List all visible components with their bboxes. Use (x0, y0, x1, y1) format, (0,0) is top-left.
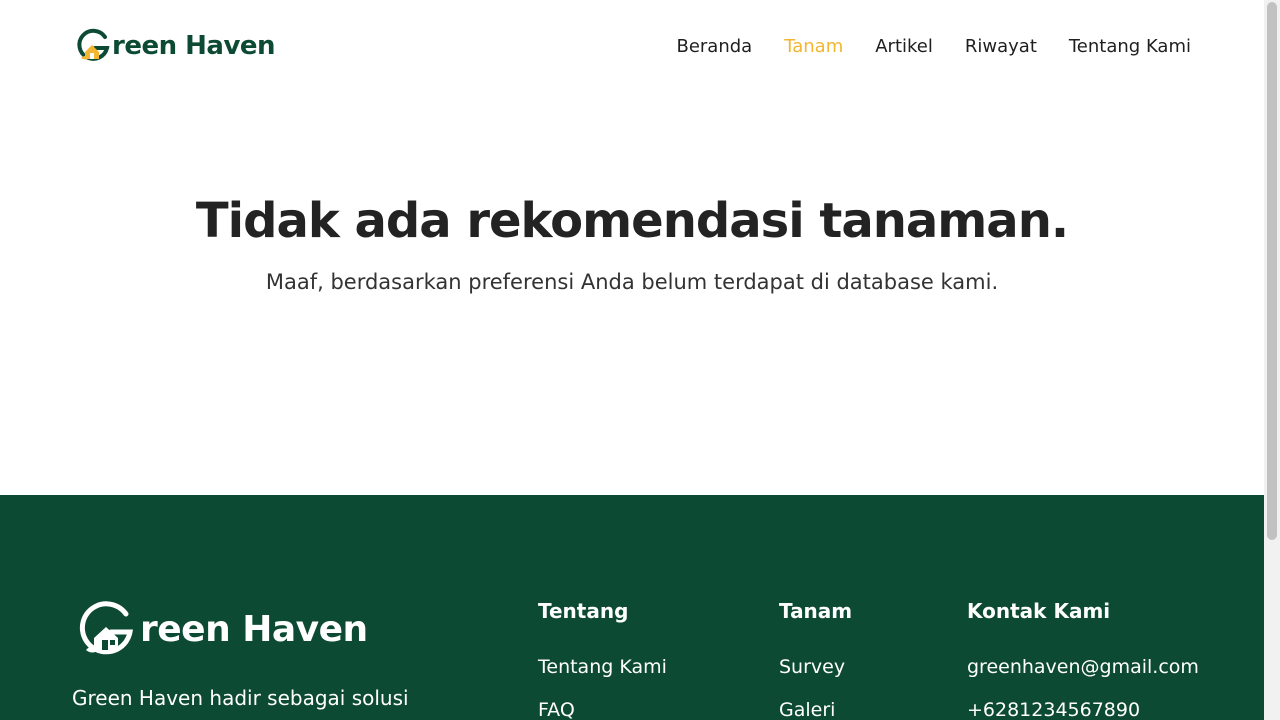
footer-description: Green Haven hadir sebagai solusi (72, 686, 409, 710)
footer-heading-tanam: Tanam (779, 599, 853, 623)
footer-column-tanam: Tanam Survey Galeri (779, 597, 852, 720)
empty-state-message: Maaf, berdasarkan preferensi Anda belum … (265, 270, 999, 294)
site-header: reen Haven Beranda Tanam Artikel Riwayat… (0, 0, 1264, 95)
footer-column-kontak: Kontak Kami greenhaven@gmail.com +628123… (967, 597, 1199, 720)
footer-link-galeri[interactable]: Galeri (779, 696, 852, 720)
page-scrollbar[interactable] (1264, 0, 1280, 720)
footer-phone-link[interactable]: +6281234567890 (967, 696, 1199, 720)
brand-logo-link[interactable]: reen Haven (75, 28, 276, 64)
green-haven-logo-icon (77, 28, 110, 61)
footer-link-tentang-kami[interactable]: Tentang Kami (538, 653, 667, 681)
footer-link-survey[interactable]: Survey (779, 653, 852, 681)
footer-link-faq[interactable]: FAQ (538, 696, 667, 720)
site-footer: reen Haven Green Haven hadir sebagai sol… (0, 495, 1264, 720)
green-haven-logo-icon (79, 601, 133, 655)
footer-brand-name: reen Haven (140, 608, 368, 650)
scrollbar-thumb[interactable] (1267, 2, 1277, 540)
nav-item-tentang-kami[interactable]: Tentang Kami (1069, 34, 1191, 60)
page: reen Haven Beranda Tanam Artikel Riwayat… (0, 0, 1264, 720)
nav-item-artikel[interactable]: Artikel (875, 34, 933, 60)
nav-item-riwayat[interactable]: Riwayat (965, 34, 1037, 60)
footer-column-tentang: Tentang Tentang Kami FAQ (538, 597, 667, 720)
empty-state-title: Tidak ada rekomendasi tanaman. (195, 193, 1069, 249)
nav-item-beranda[interactable]: Beranda (676, 34, 752, 60)
brand-name: reen Haven (112, 31, 276, 61)
footer-heading-tentang: Tentang (538, 599, 629, 623)
main-nav: Beranda Tanam Artikel Riwayat Tentang Ka… (676, 34, 1191, 60)
nav-item-tanam[interactable]: Tanam (784, 34, 843, 60)
footer-logo: reen Haven (78, 600, 368, 658)
footer-heading-kontak: Kontak Kami (967, 599, 1111, 623)
footer-email-link[interactable]: greenhaven@gmail.com (967, 653, 1199, 681)
main-content: Tidak ada rekomendasi tanaman. Maaf, ber… (0, 95, 1264, 495)
